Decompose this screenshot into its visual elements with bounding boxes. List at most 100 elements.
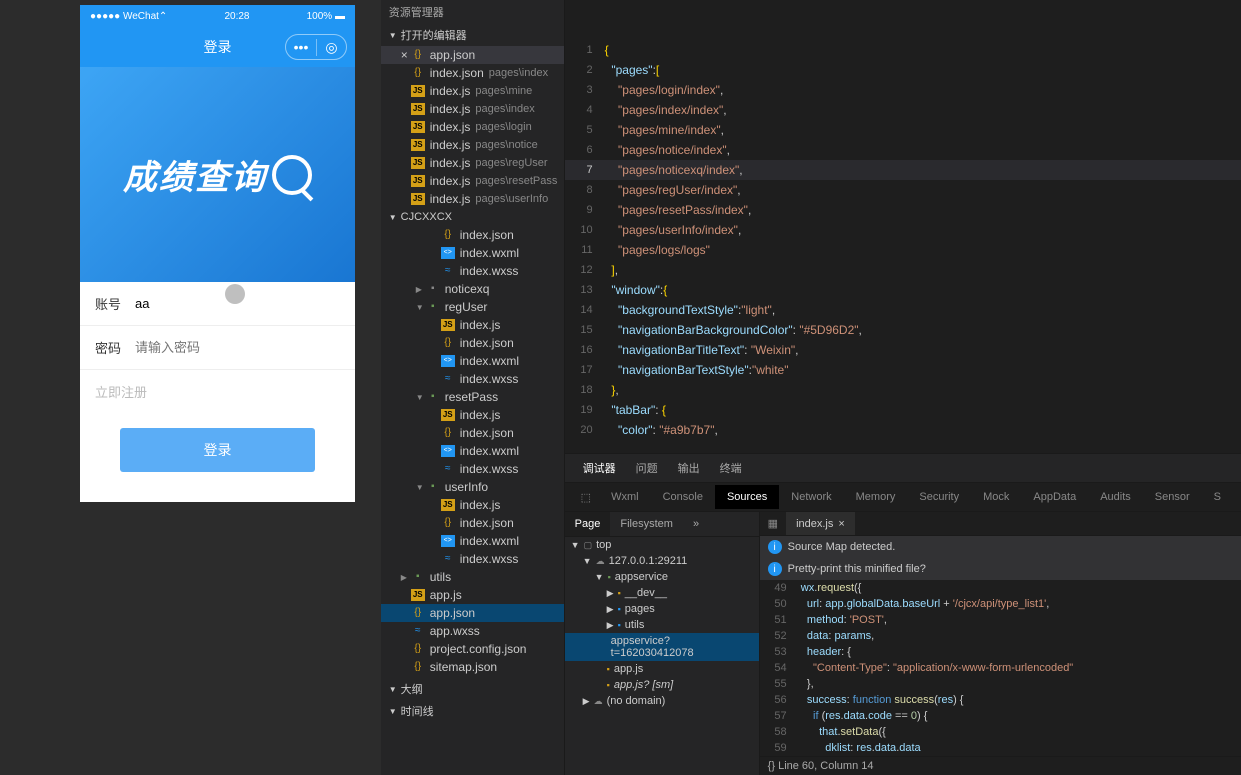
source-view[interactable]: ▦ index.js × i Source Map detected. i Pr… — [760, 512, 1241, 775]
file-tree-item[interactable]: ▼▪userInfo — [381, 478, 564, 496]
file-tree-item[interactable]: <>index.wxml — [381, 532, 564, 550]
code-line[interactable]: 8 "pages/regUser/index", — [565, 180, 1241, 200]
code-line[interactable]: 14 "backgroundTextStyle":"light", — [565, 300, 1241, 320]
source-tree-item[interactable]: ▼▢top — [565, 537, 759, 553]
debug-tab[interactable]: 输出 — [668, 454, 710, 482]
open-editor-item[interactable]: JSindex.jspages\login — [381, 118, 564, 136]
debug-tab[interactable]: 问题 — [626, 454, 668, 482]
pretty-print-banner[interactable]: i Pretty-print this minified file? — [760, 558, 1241, 580]
file-tree-item[interactable]: ≈index.wxss — [381, 550, 564, 568]
source-line[interactable]: 49 wx.request({ — [760, 580, 1241, 596]
timeline-section[interactable]: 时间线 — [381, 700, 564, 722]
file-tree-item[interactable]: {}index.json — [381, 424, 564, 442]
devtools-tab[interactable]: AppData — [1021, 485, 1088, 509]
code-line[interactable]: 1{ — [565, 40, 1241, 60]
devtools-tab[interactable]: Sensor — [1143, 485, 1202, 509]
file-tree-item[interactable]: {}project.config.json — [381, 640, 564, 658]
source-tree-item[interactable]: ▪app.js — [565, 661, 759, 677]
code-line[interactable]: 13 "window":{ — [565, 280, 1241, 300]
code-line[interactable]: 17 "navigationBarTextStyle":"white" — [565, 360, 1241, 380]
devtools-tab[interactable]: Mock — [971, 485, 1021, 509]
code-line[interactable]: 7 "pages/noticexq/index", — [565, 160, 1241, 180]
code-line[interactable]: 4 "pages/index/index", — [565, 100, 1241, 120]
open-editor-item[interactable]: JSindex.jspages\index — [381, 100, 564, 118]
code-line[interactable]: 10 "pages/userInfo/index", — [565, 220, 1241, 240]
source-line[interactable]: 56 success: function success(res) { — [760, 692, 1241, 708]
source-line[interactable]: 52 data: params, — [760, 628, 1241, 644]
pages-tab[interactable]: Filesystem — [610, 512, 683, 536]
file-tree-item[interactable]: JSindex.js — [381, 496, 564, 514]
file-tree-item[interactable]: JSindex.js — [381, 406, 564, 424]
file-tree-item[interactable]: JSapp.js — [381, 586, 564, 604]
source-tree-item[interactable]: ▶▪utils — [565, 617, 759, 633]
source-line[interactable]: 50 url: app.globalData.baseUrl + '/cjcx/… — [760, 596, 1241, 612]
debug-tab[interactable]: 终端 — [710, 454, 752, 482]
source-tree-item[interactable]: ▼☁127.0.0.1:29211 — [565, 553, 759, 569]
debug-tab[interactable]: 调试器 — [573, 454, 626, 482]
source-tree-item[interactable]: ▪app.js? [sm] — [565, 677, 759, 693]
file-tree-item[interactable]: ▼▪resetPass — [381, 388, 564, 406]
source-line[interactable]: 54 "Content-Type": "application/x-www-fo… — [760, 660, 1241, 676]
code-line[interactable]: 6 "pages/notice/index", — [565, 140, 1241, 160]
source-line[interactable]: 58 that.setData({ — [760, 724, 1241, 740]
file-tree-item[interactable]: <>index.wxml — [381, 244, 564, 262]
code-line[interactable]: 2 "pages":[ — [565, 60, 1241, 80]
devtools-tab[interactable]: Sources — [715, 485, 779, 509]
file-explorer[interactable]: 资源管理器 打开的编辑器 ×{}app.json{}index.jsonpage… — [381, 0, 565, 775]
source-tree-item[interactable]: ▶▪__dev__ — [565, 585, 759, 601]
source-line[interactable]: 59 dklist: res.data.data — [760, 740, 1241, 756]
file-tree-item[interactable]: <>index.wxml — [381, 352, 564, 370]
file-tree-item[interactable]: {}index.json — [381, 514, 564, 532]
source-more-icon[interactable]: ▦ — [760, 512, 786, 535]
username-row[interactable]: 账号 — [80, 282, 355, 326]
file-tree-item[interactable]: {}index.json — [381, 226, 564, 244]
code-line[interactable]: 15 "navigationBarBackgroundColor": "#5D9… — [565, 320, 1241, 340]
register-link[interactable]: 立即注册 — [80, 370, 355, 413]
file-tree-item[interactable]: ≈index.wxss — [381, 460, 564, 478]
capsule-close-icon[interactable]: ◎ — [316, 39, 346, 56]
capsule-button[interactable]: ••• ◎ — [285, 34, 347, 60]
code-line[interactable]: 5 "pages/mine/index", — [565, 120, 1241, 140]
open-editor-item[interactable]: JSindex.jspages\notice — [381, 136, 564, 154]
password-input[interactable] — [135, 340, 340, 355]
open-editor-item[interactable]: ×{}app.json — [381, 46, 564, 64]
code-line[interactable]: 20 "color": "#a9b7b7", — [565, 420, 1241, 440]
file-tree-item[interactable]: JSindex.js — [381, 316, 564, 334]
code-line[interactable]: 19 "tabBar": { — [565, 400, 1241, 420]
source-tree-item[interactable]: ▶☁(no domain) — [565, 693, 759, 709]
open-editor-item[interactable]: JSindex.jspages\resetPass — [381, 172, 564, 190]
open-editor-item[interactable]: JSindex.jspages\mine — [381, 82, 564, 100]
close-icon[interactable]: × — [838, 518, 844, 530]
source-line[interactable]: 53 header: { — [760, 644, 1241, 660]
devtools-tab[interactable]: Wxml — [599, 485, 651, 509]
capsule-menu-icon[interactable]: ••• — [286, 39, 316, 55]
project-root[interactable]: CJCXXCX — [381, 208, 564, 226]
devtools-tab[interactable]: Console — [651, 485, 715, 509]
file-tree-item[interactable]: {}sitemap.json — [381, 658, 564, 676]
pages-tab[interactable]: » — [683, 512, 709, 536]
password-row[interactable]: 密码 — [80, 326, 355, 370]
devtools-tab[interactable]: Security — [907, 485, 971, 509]
code-line[interactable]: 12 ], — [565, 260, 1241, 280]
devtools-tab[interactable]: Audits — [1088, 485, 1143, 509]
code-line[interactable]: 18 }, — [565, 380, 1241, 400]
open-editors-section[interactable]: 打开的编辑器 — [381, 24, 564, 46]
open-editor-item[interactable]: JSindex.jspages\regUser — [381, 154, 564, 172]
source-tree-item[interactable]: ▼▪appservice — [565, 569, 759, 585]
source-tree-item[interactable]: ▶▪pages — [565, 601, 759, 617]
sources-navigator[interactable]: PageFilesystem» ▼▢top▼☁127.0.0.1:29211▼▪… — [565, 512, 760, 775]
file-tree-item[interactable]: ▼▪regUser — [381, 298, 564, 316]
file-tree-item[interactable]: {}app.json — [381, 604, 564, 622]
code-line[interactable]: 3 "pages/login/index", — [565, 80, 1241, 100]
file-tree-item[interactable]: ≈app.wxss — [381, 622, 564, 640]
code-editor[interactable]: 1{2 "pages":[3 "pages/login/index",4 "pa… — [565, 0, 1241, 453]
source-tree-item[interactable]: appservice?t=162030412078 — [565, 633, 759, 661]
file-tree-item[interactable]: <>index.wxml — [381, 442, 564, 460]
inspect-icon[interactable]: ⬚ — [573, 491, 599, 504]
file-tree-item[interactable]: ≈index.wxss — [381, 262, 564, 280]
code-line[interactable]: 9 "pages/resetPass/index", — [565, 200, 1241, 220]
pages-tab[interactable]: Page — [565, 512, 611, 536]
source-line[interactable]: 51 method: 'POST', — [760, 612, 1241, 628]
code-line[interactable]: 16 "navigationBarTitleText": "Weixin", — [565, 340, 1241, 360]
file-tree-item[interactable]: {}index.json — [381, 334, 564, 352]
